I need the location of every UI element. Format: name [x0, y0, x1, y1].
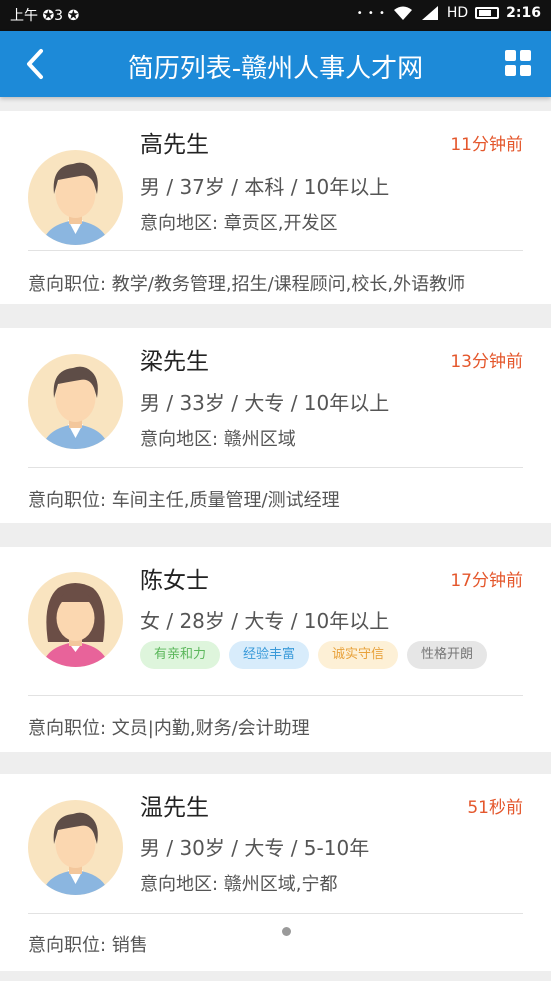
- male-avatar-icon: [42, 812, 109, 895]
- candidate-info: 男 / 37岁 / 本科 / 10年以上: [140, 175, 390, 199]
- hd-label: HD: [446, 5, 469, 21]
- candidate-name: 高先生: [140, 132, 209, 158]
- grid-cell: [520, 50, 531, 61]
- divider: [28, 913, 523, 914]
- female-avatar-icon: [42, 583, 109, 667]
- wifi-icon: [393, 6, 412, 20]
- grid-cell: [505, 65, 516, 76]
- divider: [28, 250, 523, 251]
- posted-time: 17分钟前: [450, 571, 523, 591]
- preferred-area: 意向地区: 章贡区,开发区: [140, 213, 338, 234]
- resume-card[interactable]: 陈女士 17分钟前 女 / 28岁 / 大专 / 10年以上 有亲和力 经验丰富…: [0, 547, 551, 752]
- divider: [28, 467, 523, 468]
- trait-tag: 诚实守信: [318, 641, 399, 669]
- divider: [28, 695, 523, 696]
- candidate-name: 陈女士: [140, 568, 209, 594]
- resume-card[interactable]: 高先生 11分钟前 男 / 37岁 / 本科 / 10年以上 意向地区: 章贡区…: [0, 111, 551, 304]
- trait-tags: 有亲和力 经验丰富 诚实守信 性格开朗: [140, 641, 488, 669]
- preferred-job: 意向职位: 销售: [28, 935, 148, 956]
- grid-menu-icon: [505, 50, 516, 61]
- avatar: [28, 800, 123, 895]
- status-right: • • • HD 2:16: [357, 5, 541, 21]
- scroll-indicator: [282, 927, 291, 936]
- avatar: [28, 572, 123, 667]
- candidate-info: 男 / 33岁 / 大专 / 10年以上: [140, 391, 390, 415]
- candidate-name: 温先生: [140, 795, 209, 821]
- battery-icon: [475, 7, 500, 19]
- preferred-area: 意向地区: 赣州区域,宁都: [140, 874, 338, 895]
- status-time: 2:16: [506, 5, 541, 21]
- resume-card[interactable]: 梁先生 13分钟前 男 / 33岁 / 大专 / 10年以上 意向地区: 赣州区…: [0, 328, 551, 523]
- candidate-info: 男 / 30岁 / 大专 / 5-10年: [140, 836, 370, 860]
- status-left-text: 上午 ✪3 ✪: [10, 8, 80, 24]
- preferred-job: 意向职位: 教学/教务管理,招生/课程顾问,校长,外语教师: [28, 274, 466, 295]
- posted-time: 51秒前: [467, 798, 523, 818]
- trait-tag: 性格开朗: [407, 641, 488, 669]
- avatar: [28, 150, 123, 245]
- status-bar: 上午 ✪3 ✪ • • • HD 2:16: [0, 0, 551, 31]
- preferred-job: 意向职位: 车间主任,质量管理/测试经理: [28, 490, 340, 511]
- posted-time: 13分钟前: [450, 352, 523, 372]
- grid-menu-button[interactable]: [505, 50, 533, 78]
- trait-tag: 经验丰富: [229, 641, 310, 669]
- posted-time: 11分钟前: [450, 135, 523, 155]
- app-bar: 简历列表-赣州人事人才网: [0, 31, 551, 97]
- preferred-area: 意向地区: 赣州区域: [140, 429, 296, 450]
- notification-dots-icon: • • •: [356, 7, 386, 19]
- male-avatar-icon: [42, 366, 109, 449]
- resume-card[interactable]: 温先生 51秒前 男 / 30岁 / 大专 / 5-10年 意向地区: 赣州区域…: [0, 774, 551, 971]
- page-title: 简历列表-赣州人事人才网: [127, 54, 424, 84]
- grid-cell: [520, 65, 531, 76]
- candidate-info: 女 / 28岁 / 大专 / 10年以上: [140, 609, 390, 633]
- avatar: [28, 354, 123, 449]
- male-avatar-icon: [42, 162, 109, 245]
- preferred-job: 意向职位: 文员|内勤,财务/会计助理: [28, 718, 310, 739]
- signal-icon: [421, 6, 438, 20]
- trait-tag: 有亲和力: [140, 641, 221, 669]
- candidate-name: 梁先生: [140, 349, 209, 375]
